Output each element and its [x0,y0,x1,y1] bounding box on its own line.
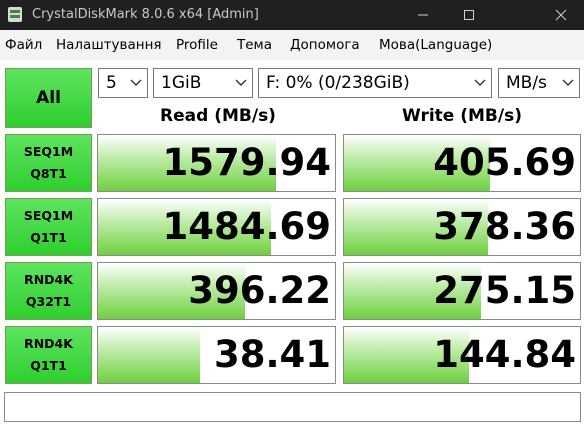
read-column-header: Read (MB/s) [160,106,276,126]
size-value: 1GiB [161,73,202,93]
maximize-icon [464,10,474,20]
close-button[interactable] [538,0,584,30]
write-result-seq1m-q1t1: 378.36 [343,198,581,256]
read-result-rnd4k-q1t1: 38.41 [97,326,336,384]
app-icon [8,7,22,22]
close-icon [555,9,567,21]
size-select[interactable]: 1GiB [153,68,253,98]
comment-field[interactable] [4,392,581,422]
write-result-rnd4k-q1t1: 144.84 [343,326,581,384]
read-result-seq1m-q1t1: 1484.69 [97,198,336,256]
menu-file[interactable]: Файл [5,37,42,53]
maximize-button[interactable] [446,0,492,30]
menu-language[interactable]: Мова(Language) [379,37,492,53]
chevron-down-icon [474,79,486,86]
read-value: 1579.94 [162,141,331,184]
test-button-seq1m-q8t1[interactable]: SEQ1M Q8T1 [5,134,92,192]
read-result-seq1m-q8t1: 1579.94 [97,134,336,192]
read-value: 38.41 [213,333,331,376]
read-result-rnd4k-q32t1: 396.22 [97,262,336,320]
read-bar [98,327,200,383]
menu-help[interactable]: Допомога [290,37,360,53]
test-params: Q8T1 [30,166,67,181]
test-button-seq1m-q1t1[interactable]: SEQ1M Q1T1 [5,198,92,256]
unit-select[interactable]: MB/s [498,68,580,98]
chevron-down-icon [562,79,574,86]
test-button-rnd4k-q32t1[interactable]: RND4K Q32T1 [5,262,92,320]
menu-bar: Файл Налаштування Profile Тема Допомога … [0,30,584,60]
write-value: 275.15 [433,269,576,312]
write-value: 144.84 [433,333,576,376]
test-name: SEQ1M [23,208,74,223]
title-bar: CrystalDiskMark 8.0.6 x64 [Admin] [0,0,584,30]
drive-select[interactable]: F: 0% (0/238GiB) [258,68,492,98]
write-result-seq1m-q8t1: 405.69 [343,134,581,192]
all-button[interactable]: All [5,68,92,128]
chevron-down-icon [235,79,247,86]
test-params: Q1T1 [30,230,67,245]
read-value: 1484.69 [162,205,331,248]
minimize-button[interactable] [400,0,446,30]
write-value: 405.69 [433,141,576,184]
test-params: Q32T1 [25,294,72,309]
write-result-rnd4k-q32t1: 275.15 [343,262,581,320]
read-value: 396.22 [188,269,331,312]
test-name: SEQ1M [23,144,74,159]
minimize-icon [418,14,428,16]
chevron-down-icon [130,79,142,86]
count-value: 5 [106,73,117,93]
write-column-header: Write (MB/s) [402,106,522,126]
test-button-rnd4k-q1t1[interactable]: RND4K Q1T1 [5,326,92,384]
test-name: RND4K [24,336,73,351]
test-name: RND4K [24,272,73,287]
menu-profile[interactable]: Profile [176,37,218,53]
test-params: Q1T1 [30,358,67,373]
count-select[interactable]: 5 [98,68,148,98]
write-value: 378.36 [433,205,576,248]
drive-value: F: 0% (0/238GiB) [266,73,410,93]
menu-theme[interactable]: Тема [237,37,272,53]
unit-value: MB/s [506,73,547,93]
menu-settings[interactable]: Налаштування [56,37,162,53]
window-title: CrystalDiskMark 8.0.6 x64 [Admin] [32,7,259,22]
